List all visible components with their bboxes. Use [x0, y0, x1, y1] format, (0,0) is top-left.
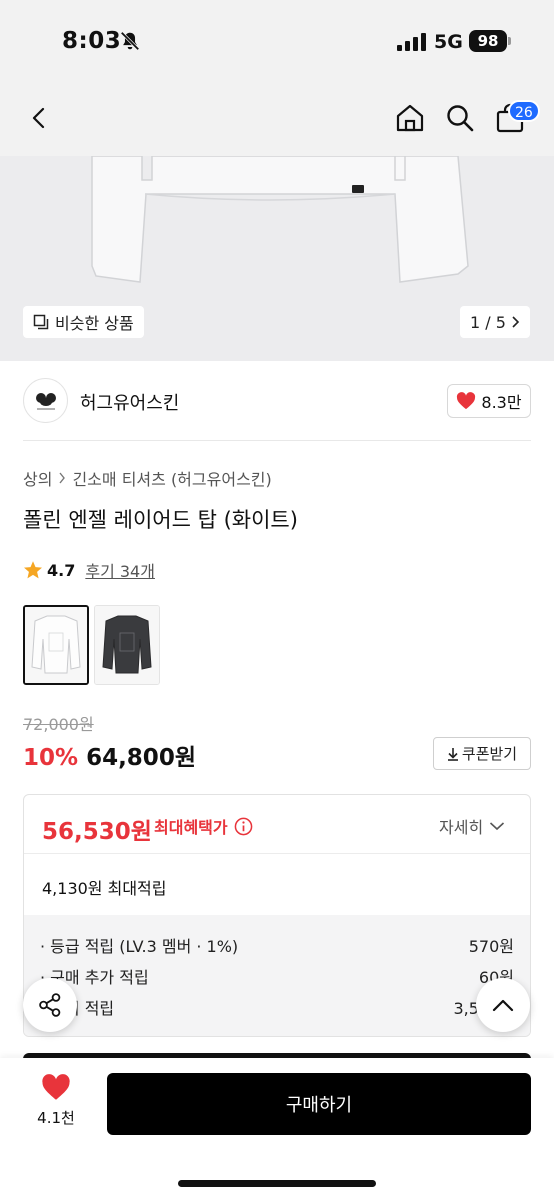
similar-products-label: 비슷한 상품: [55, 314, 134, 333]
points-row-value: 570원: [468, 937, 514, 956]
color-option-white[interactable]: [23, 605, 89, 685]
sale-price: 64,800원: [86, 745, 196, 771]
home-icon: [396, 104, 424, 132]
max-benefit-price: 56,530원: [42, 819, 152, 845]
top-nav: [0, 80, 554, 156]
points-row-label: · 등급 적립 (LV.3 멤버 · 1%): [40, 937, 239, 956]
points-breakdown: · 등급 적립 (LV.3 멤버 · 1%) 570원 · 구매 추가 적립 6…: [24, 915, 530, 1036]
benefit-box: 56,530원 최대혜택가 자세히 4,130원 최대적립 · 등급 적립 (L…: [23, 794, 531, 1037]
coupon-button[interactable]: 쿠폰받기: [433, 737, 531, 770]
chevron-right-icon: [59, 472, 66, 484]
max-points: 4,130원 최대적립: [42, 879, 167, 898]
image-pager[interactable]: 1 / 5: [460, 306, 530, 338]
scroll-top-button[interactable]: [476, 978, 530, 1032]
heart-icon: [42, 1074, 70, 1100]
rating-row: 4.7 후기 34개: [23, 558, 155, 582]
share-button[interactable]: [23, 978, 77, 1032]
breadcrumb-category[interactable]: 상의: [23, 466, 52, 490]
search-button[interactable]: [440, 98, 480, 138]
breadcrumb: 상의 긴소매 티셔츠 (허그유어스킨): [23, 466, 272, 490]
white-top-thumbnail: [25, 607, 87, 683]
bell-off-icon: [120, 31, 140, 51]
brand-name[interactable]: 허그유어스킨: [80, 389, 179, 415]
discount-rate: 10%: [23, 745, 79, 771]
share-icon: [39, 993, 61, 1017]
points-row: · 구매 추가 적립 60원: [40, 964, 514, 988]
benefit-detail-toggle[interactable]: 자세히: [439, 814, 505, 838]
coupon-label: 쿠폰받기: [461, 745, 518, 763]
price-row: 10% 64,800원: [23, 738, 196, 772]
points-row: · 후기 적립 3,500원: [40, 995, 514, 1019]
battery-level: 98: [469, 30, 507, 52]
heart-icon: [457, 392, 476, 410]
status-bar: 8:03 5G 98: [0, 0, 554, 80]
brand-like-count: 8.3만: [481, 393, 522, 412]
max-benefit-label: 최대혜택가: [154, 814, 253, 838]
color-option-charcoal[interactable]: [94, 605, 160, 685]
info-icon[interactable]: [234, 817, 253, 836]
cart-count-badge: 26: [508, 100, 540, 122]
page-indicator: 1 / 5: [470, 312, 506, 332]
divider: [23, 440, 531, 441]
charcoal-top-thumbnail: [95, 606, 159, 684]
back-icon: [32, 107, 45, 129]
chevron-down-icon: [490, 822, 505, 831]
back-button[interactable]: [20, 98, 60, 138]
points-row: · 등급 적립 (LV.3 멤버 · 1%) 570원: [40, 933, 514, 957]
network-type: 5G: [434, 31, 463, 53]
similar-products-button[interactable]: 비슷한 상품: [23, 306, 144, 338]
home-indicator: [178, 1180, 376, 1187]
detail-label: 자세히: [439, 818, 484, 837]
buy-button[interactable]: 구매하기: [107, 1073, 531, 1135]
search-icon: [447, 105, 474, 132]
breadcrumb-subcategory[interactable]: 긴소매 티셔츠 (허그유어스킨): [72, 466, 271, 490]
home-button[interactable]: [390, 98, 430, 138]
brand-like-button[interactable]: 8.3만: [447, 384, 531, 418]
brand-logo-icon: [35, 392, 56, 409]
chevron-right-icon: [512, 316, 520, 328]
original-price: 72,000원: [23, 715, 94, 734]
chevron-up-icon: [492, 999, 514, 1012]
review-link[interactable]: 후기 34개: [85, 558, 155, 582]
divider: [24, 853, 530, 854]
similar-items-icon: [33, 314, 49, 330]
status-time: 8:03: [62, 28, 122, 54]
max-benefit-label-text: 최대혜택가: [154, 818, 228, 837]
battery-icon: [508, 37, 511, 45]
brand-logo[interactable]: [23, 378, 68, 423]
download-icon: [447, 747, 458, 761]
star-icon: [24, 561, 42, 579]
wishlist-count: 4.1천: [37, 1109, 75, 1127]
rating-value: 4.7: [47, 560, 76, 580]
signal-icon: [397, 33, 426, 51]
product-title: 폴린 엔젤 레이어드 탑 (화이트): [23, 508, 298, 532]
wishlist-button[interactable]: 4.1천: [30, 1074, 82, 1128]
